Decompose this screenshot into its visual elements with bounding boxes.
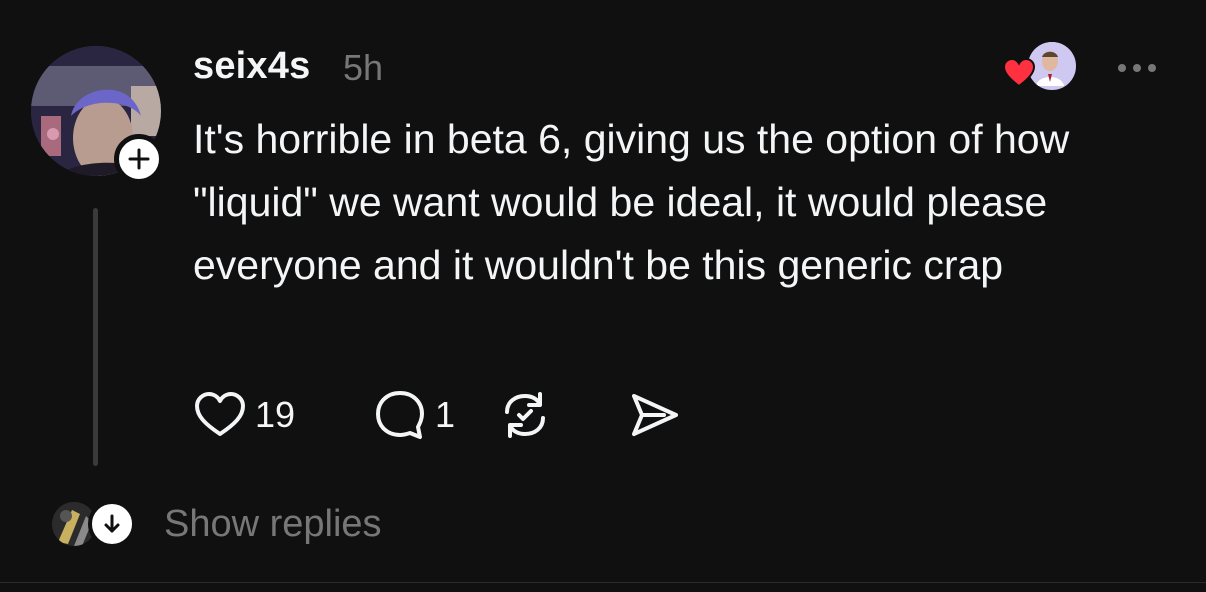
post-text: It's horrible in beta 6, giving us the o…	[193, 116, 1070, 288]
send-icon	[632, 394, 678, 436]
thread-line	[93, 208, 98, 466]
more-dots-icon	[1118, 64, 1156, 72]
action-bar: 19 1	[193, 388, 708, 442]
show-replies-badge	[88, 500, 136, 548]
repost-button[interactable]	[498, 388, 618, 442]
heart-icon	[195, 392, 245, 436]
like-count: 19	[255, 394, 296, 435]
arrow-down-icon	[104, 514, 120, 533]
liked-by-indicator[interactable]	[1002, 40, 1078, 92]
show-replies-button[interactable]: Show replies	[52, 496, 382, 552]
reply-count: 1	[435, 394, 456, 435]
repost-icon	[505, 392, 545, 438]
show-replies-label: Show replies	[164, 502, 382, 545]
share-button[interactable]	[628, 388, 708, 442]
thread-post: seix4s 5h It's horrible in beta 6, givin…	[0, 0, 1206, 583]
plus-icon	[128, 148, 150, 170]
like-button[interactable]: 19	[193, 388, 343, 442]
post-divider	[0, 582, 1206, 583]
comment-icon	[376, 391, 424, 439]
username[interactable]: seix4s	[193, 45, 310, 88]
heart-icon	[1002, 57, 1036, 88]
more-options-button[interactable]	[1114, 58, 1160, 78]
post-timestamp: 5h	[343, 47, 384, 88]
follow-button[interactable]	[114, 134, 164, 184]
